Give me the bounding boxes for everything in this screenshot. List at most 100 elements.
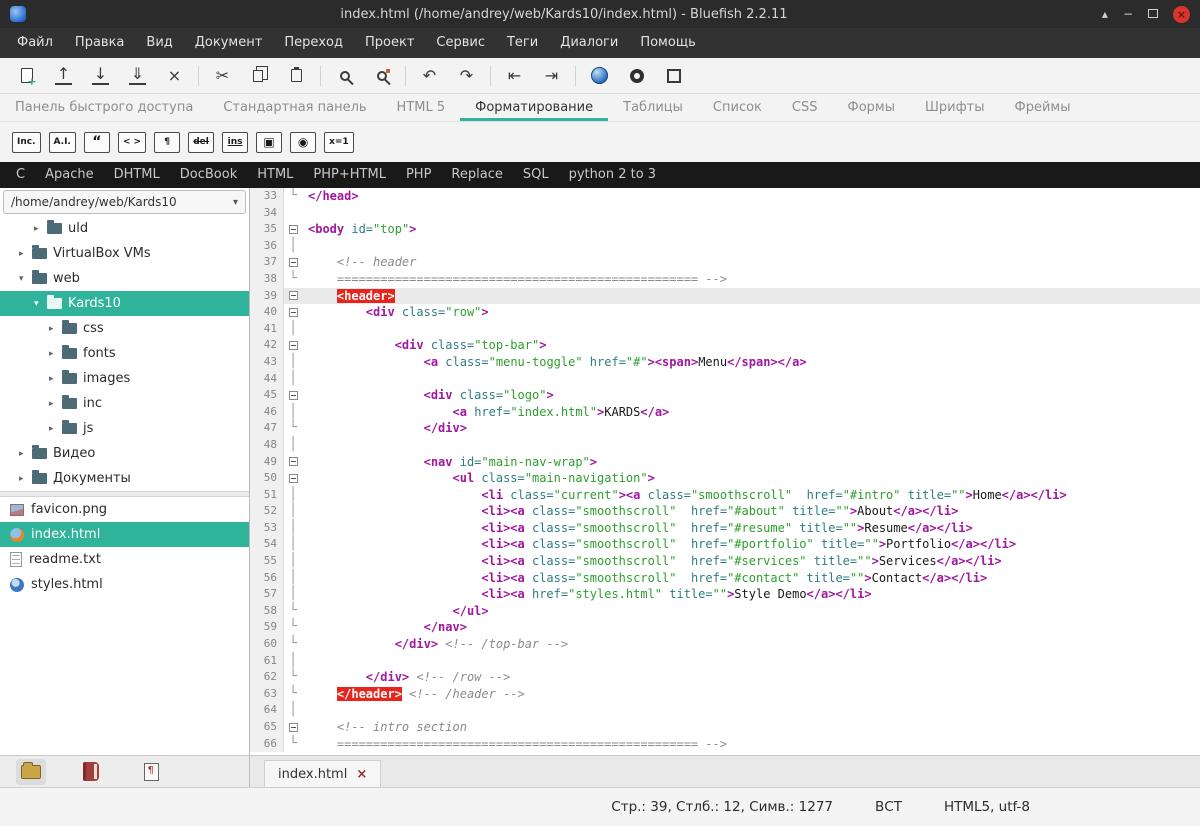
fmt-ins-button[interactable]: ins bbox=[222, 132, 248, 153]
paste-button[interactable] bbox=[278, 61, 315, 91]
fold-toggle[interactable] bbox=[284, 719, 302, 736]
code-line-41[interactable]: 41│ bbox=[250, 321, 1200, 338]
lang-php[interactable]: PHP bbox=[396, 162, 441, 188]
menu-edit[interactable]: Правка bbox=[64, 28, 135, 58]
close-button[interactable]: × bbox=[1173, 6, 1190, 23]
fmt-dfn-button[interactable]: ¶ bbox=[154, 132, 180, 153]
fold-toggle[interactable] bbox=[284, 254, 302, 271]
code-line-52[interactable]: 52│ <li><a class="smoothscroll" href="#a… bbox=[250, 503, 1200, 520]
fmt-preview-button[interactable]: ◉ bbox=[290, 132, 316, 153]
code-line-38[interactable]: 38└ ====================================… bbox=[250, 271, 1200, 288]
tree-item-documents[interactable]: ▸Документы bbox=[0, 466, 249, 491]
lang-php-html[interactable]: PHP+HTML bbox=[303, 162, 396, 188]
code-line-40[interactable]: 40 <div class="row"> bbox=[250, 304, 1200, 321]
tree-item-virtualbox-vms[interactable]: ▸VirtualBox VMs bbox=[0, 241, 249, 266]
directory-dropdown[interactable]: /home/andrey/web/Kards10 ▾ bbox=[3, 190, 246, 214]
lang-html[interactable]: HTML bbox=[247, 162, 303, 188]
menu-tools[interactable]: Сервис bbox=[425, 28, 496, 58]
tab-fonts[interactable]: Шрифты bbox=[910, 94, 1000, 121]
code-line-33[interactable]: 33└</head> bbox=[250, 188, 1200, 205]
menu-go[interactable]: Переход bbox=[273, 28, 354, 58]
find-replace-button[interactable] bbox=[363, 61, 400, 91]
tab-formatting[interactable]: Форматирование bbox=[460, 94, 608, 121]
chevron-collapsed-icon[interactable]: ▸ bbox=[49, 324, 62, 334]
file-item-index-html[interactable]: index.html bbox=[0, 522, 249, 547]
fold-toggle[interactable] bbox=[284, 221, 302, 238]
unindent-button[interactable]: ⇤ bbox=[496, 61, 533, 91]
new-document-button[interactable] bbox=[8, 61, 45, 91]
code-line-53[interactable]: 53│ <li><a class="smoothscroll" href="#r… bbox=[250, 520, 1200, 537]
fold-toggle[interactable] bbox=[284, 387, 302, 404]
save-document-button[interactable]: ↓ bbox=[82, 61, 119, 91]
fmt-code-button[interactable]: < > bbox=[118, 132, 146, 153]
menu-help[interactable]: Помощь bbox=[629, 28, 706, 58]
code-line-48[interactable]: 48│ bbox=[250, 437, 1200, 454]
snippets-pane-button[interactable] bbox=[136, 759, 166, 785]
tab-forms[interactable]: Формы bbox=[833, 94, 910, 121]
code-editor[interactable]: 33└</head>3435<body id="top">36│37 <!-- … bbox=[250, 188, 1200, 755]
fold-toggle[interactable] bbox=[284, 454, 302, 471]
tree-item-fonts[interactable]: ▸fonts bbox=[0, 341, 249, 366]
fullscreen-button[interactable] bbox=[655, 61, 692, 91]
chevron-expanded-icon[interactable]: ▾ bbox=[34, 299, 47, 309]
tab-close-icon[interactable]: × bbox=[356, 767, 367, 782]
menu-project[interactable]: Проект bbox=[354, 28, 425, 58]
code-line-34[interactable]: 34 bbox=[250, 205, 1200, 222]
tree-item-js[interactable]: ▸js bbox=[0, 416, 249, 441]
preview-in-browser-button[interactable] bbox=[581, 61, 618, 91]
code-line-56[interactable]: 56│ <li><a class="smoothscroll" href="#c… bbox=[250, 570, 1200, 587]
file-item-favicon-png[interactable]: favicon.png bbox=[0, 497, 249, 522]
code-line-61[interactable]: 61│ bbox=[250, 653, 1200, 670]
menu-tags[interactable]: Теги bbox=[496, 28, 549, 58]
tab-standard[interactable]: Стандартная панель bbox=[208, 94, 381, 121]
code-line-51[interactable]: 51│ <li class="current"><a class="smooth… bbox=[250, 487, 1200, 504]
chevron-collapsed-icon[interactable]: ▸ bbox=[49, 424, 62, 434]
fold-toggle[interactable] bbox=[284, 470, 302, 487]
close-document-button[interactable]: × bbox=[156, 61, 193, 91]
open-document-button[interactable]: ↑ bbox=[45, 61, 82, 91]
file-item-readme-txt[interactable]: readme.txt bbox=[0, 547, 249, 572]
tab-html5[interactable]: HTML 5 bbox=[382, 94, 461, 121]
lang-c[interactable]: C bbox=[6, 162, 35, 188]
fmt-abbr-button[interactable]: A.I. bbox=[49, 132, 76, 153]
code-line-43[interactable]: 43│ <a class="menu-toggle" href="#"><spa… bbox=[250, 354, 1200, 371]
code-line-45[interactable]: 45 <div class="logo"> bbox=[250, 387, 1200, 404]
code-line-46[interactable]: 46│ <a href="index.html">KARDS</a> bbox=[250, 404, 1200, 421]
code-line-39[interactable]: 39 <header> bbox=[250, 288, 1200, 305]
external-commands-button[interactable] bbox=[618, 61, 655, 91]
find-button[interactable] bbox=[326, 61, 363, 91]
tab-tables[interactable]: Таблицы bbox=[608, 94, 698, 121]
chevron-collapsed-icon[interactable]: ▸ bbox=[19, 249, 32, 259]
code-line-50[interactable]: 50 <ul class="main-navigation"> bbox=[250, 470, 1200, 487]
tree-item-video[interactable]: ▸Видео bbox=[0, 441, 249, 466]
fmt-quote-button[interactable]: “ bbox=[84, 132, 110, 153]
code-line-65[interactable]: 65 <!-- intro section bbox=[250, 719, 1200, 736]
file-browser-pane-button[interactable] bbox=[16, 759, 46, 785]
fmt-del-button[interactable]: del bbox=[188, 132, 214, 153]
chevron-collapsed-icon[interactable]: ▸ bbox=[19, 474, 32, 484]
code-line-47[interactable]: 47└ </div> bbox=[250, 420, 1200, 437]
code-line-37[interactable]: 37 <!-- header bbox=[250, 254, 1200, 271]
menu-file[interactable]: Файл bbox=[6, 28, 64, 58]
tree-item-images[interactable]: ▸images bbox=[0, 366, 249, 391]
redo-button[interactable]: ↷ bbox=[448, 61, 485, 91]
code-line-35[interactable]: 35<body id="top"> bbox=[250, 221, 1200, 238]
code-line-44[interactable]: 44│ bbox=[250, 371, 1200, 388]
code-line-54[interactable]: 54│ <li><a class="smoothscroll" href="#p… bbox=[250, 536, 1200, 553]
menu-document[interactable]: Документ bbox=[184, 28, 274, 58]
chevron-collapsed-icon[interactable]: ▸ bbox=[49, 349, 62, 359]
chevron-collapsed-icon[interactable]: ▸ bbox=[34, 224, 47, 234]
lang-replace[interactable]: Replace bbox=[441, 162, 512, 188]
lang-apache[interactable]: Apache bbox=[35, 162, 104, 188]
tab-index-html[interactable]: index.html × bbox=[264, 760, 381, 787]
cut-button[interactable]: ✂ bbox=[204, 61, 241, 91]
menu-view[interactable]: Вид bbox=[135, 28, 183, 58]
chevron-collapsed-icon[interactable]: ▸ bbox=[49, 399, 62, 409]
code-line-36[interactable]: 36│ bbox=[250, 238, 1200, 255]
code-line-42[interactable]: 42 <div class="top-bar"> bbox=[250, 337, 1200, 354]
save-as-button[interactable]: ⇓ bbox=[119, 61, 156, 91]
chevron-collapsed-icon[interactable]: ▸ bbox=[49, 374, 62, 384]
tree-item-css[interactable]: ▸css bbox=[0, 316, 249, 341]
fmt-image-button[interactable]: ▣ bbox=[256, 132, 282, 153]
tree-item-web[interactable]: ▾web bbox=[0, 266, 249, 291]
